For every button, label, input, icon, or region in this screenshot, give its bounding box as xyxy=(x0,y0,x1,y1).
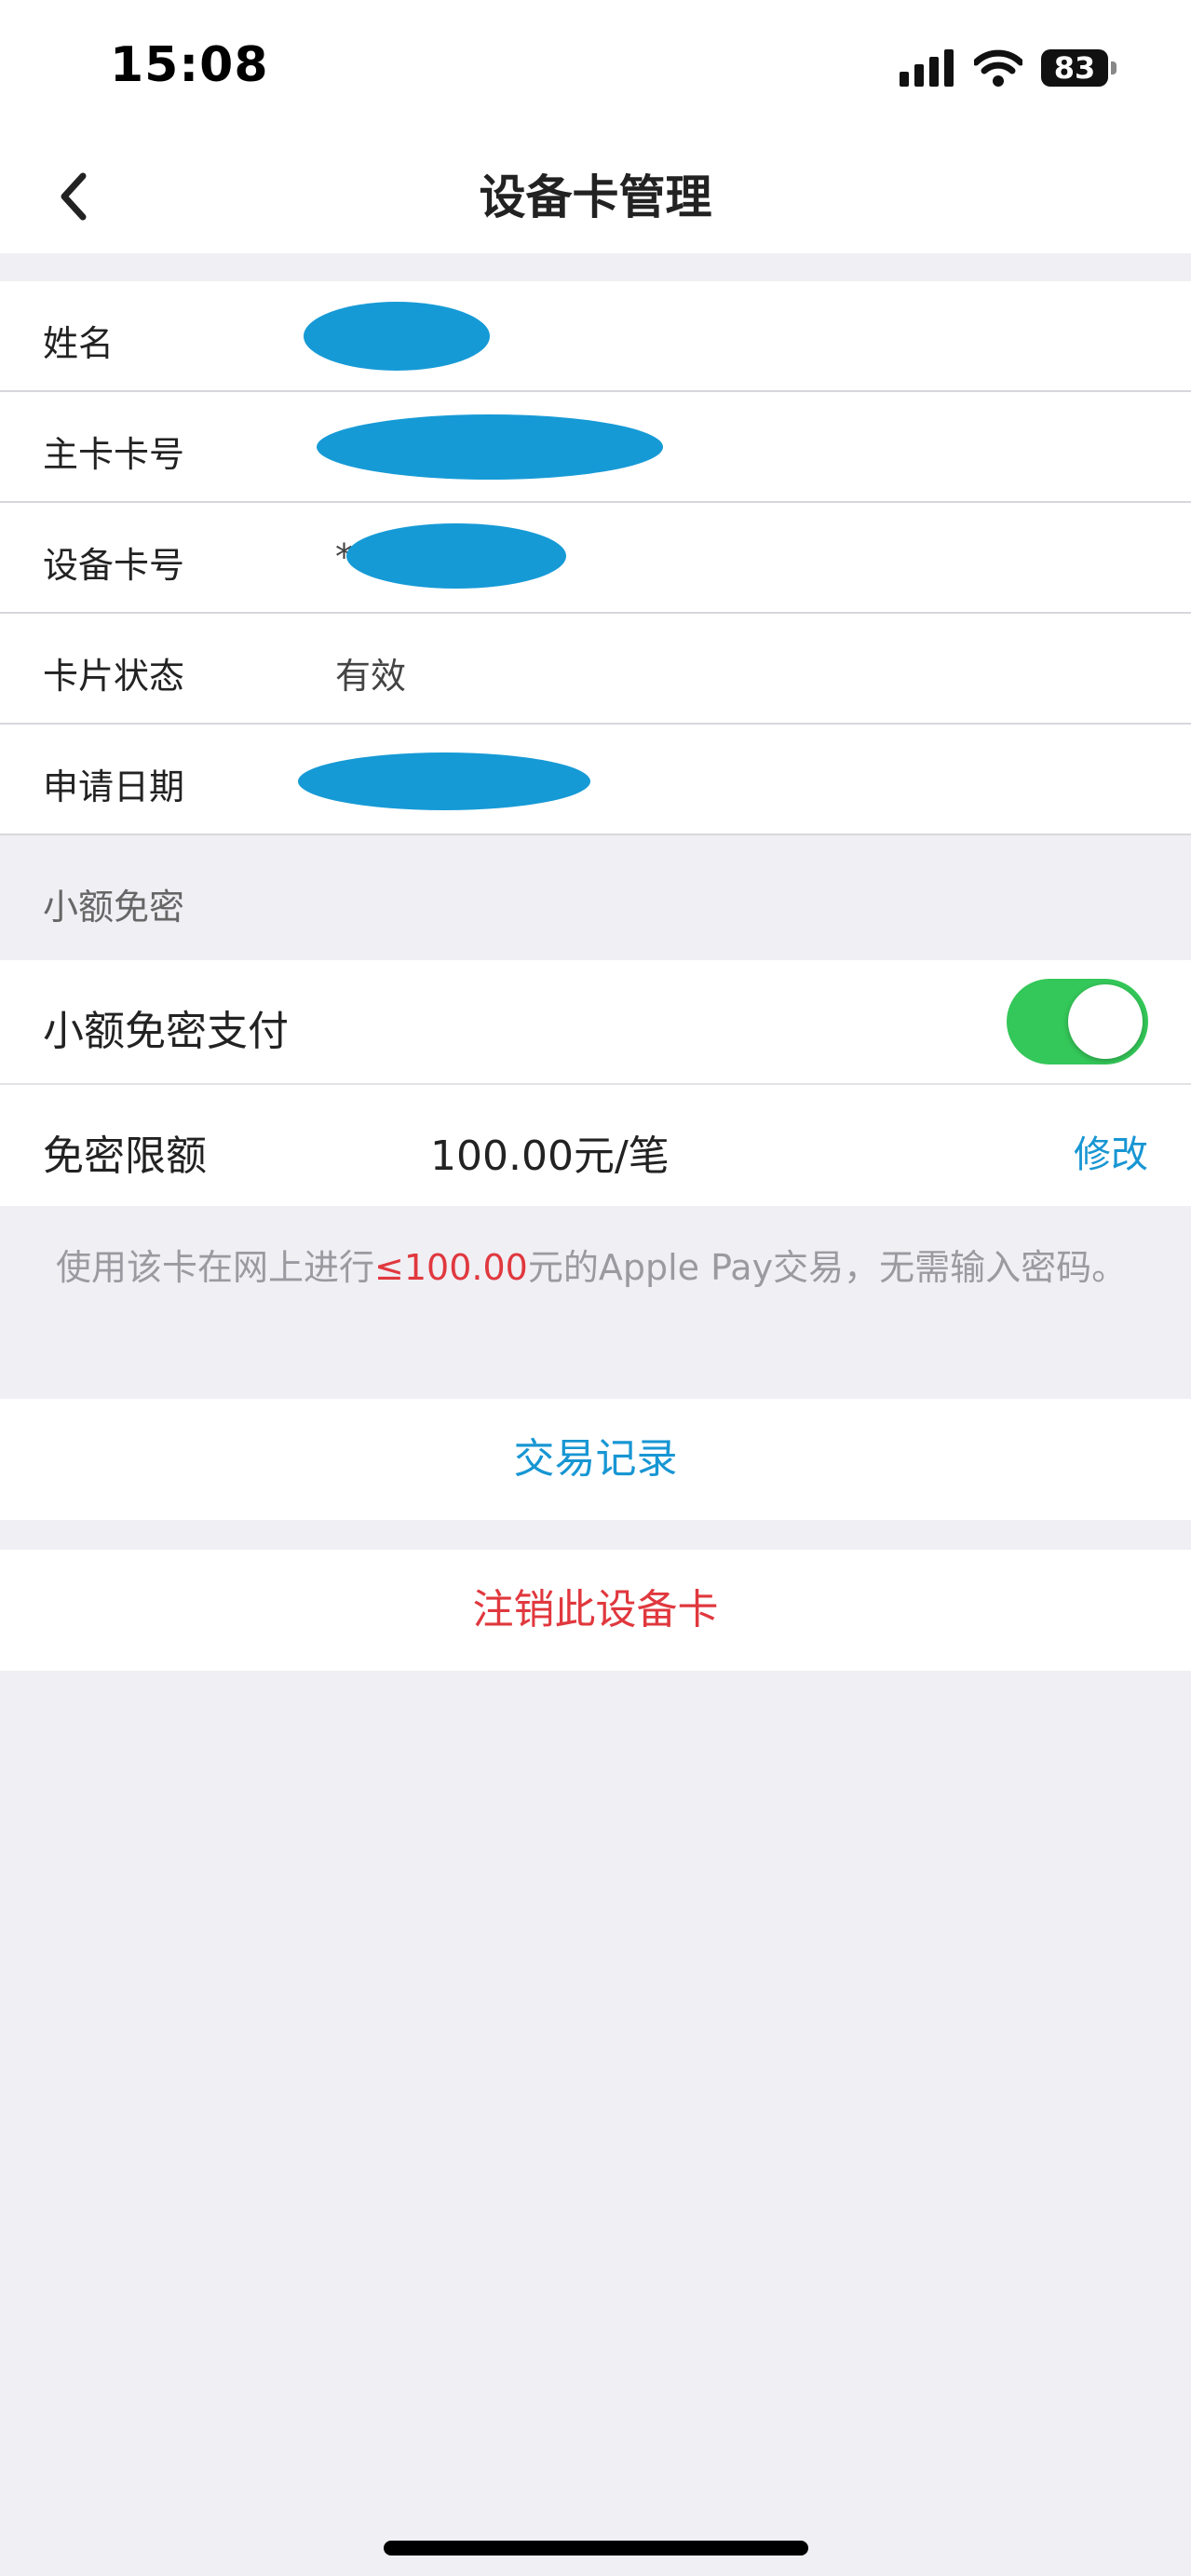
cancel-device-card-button[interactable]: 注销此设备卡 xyxy=(0,1550,1191,1671)
section-header-small-amount: 小额免密 xyxy=(43,887,185,928)
status-time: 15:08 xyxy=(110,37,269,93)
small-amount-toggle[interactable] xyxy=(1007,979,1148,1064)
toggle-label: 小额免密支付 xyxy=(43,1008,289,1055)
card-info-list: 姓名 主卡卡号 设备卡号 * 卡片状态 有效 申请日期 xyxy=(0,281,1191,835)
apply-date-label: 申请日期 xyxy=(43,766,185,807)
transaction-records-button[interactable]: 交易记录 xyxy=(0,1399,1191,1520)
device-card-redaction xyxy=(346,523,566,589)
limit-value: 100.00元/笔 xyxy=(430,1132,670,1180)
wifi-icon xyxy=(974,49,1022,87)
modify-limit-link[interactable]: 修改 xyxy=(1074,1124,1148,1178)
hint-prefix: 使用该卡在网上进行 xyxy=(56,1247,375,1288)
battery-icon: 83 xyxy=(1041,49,1108,87)
home-indicator xyxy=(384,2541,808,2556)
info-row-main-card: 主卡卡号 xyxy=(0,392,1191,503)
limit-row: 免密限额 100.00元/笔 修改 xyxy=(0,1083,1191,1206)
apply-date-redaction xyxy=(298,752,590,810)
nav-bar: 设备卡管理 xyxy=(0,140,1191,253)
limit-label: 免密限额 xyxy=(43,1132,207,1180)
main-card-redaction xyxy=(317,414,663,480)
page-title: 设备卡管理 xyxy=(479,170,712,224)
status-bar: 15:08 83 xyxy=(0,0,1191,140)
limit-hint: 使用该卡在网上进行≤100.00元的Apple Pay交易，无需输入密码。 xyxy=(56,1239,1127,1290)
small-amount-settings: 小额免密支付 免密限额 100.00元/笔 修改 xyxy=(0,960,1191,1206)
hint-amount: ≤100.00 xyxy=(374,1247,528,1288)
battery-level: 83 xyxy=(1053,50,1096,86)
info-row-device-card: 设备卡号 * xyxy=(0,503,1191,614)
device-card-label: 设备卡号 xyxy=(43,545,185,586)
cellular-signal-icon xyxy=(900,49,954,87)
main-card-label: 主卡卡号 xyxy=(43,434,185,475)
info-row-apply-date: 申请日期 xyxy=(0,725,1191,835)
toggle-knob xyxy=(1068,984,1143,1059)
toggle-row: 小额免密支付 xyxy=(0,960,1191,1083)
status-icons: 83 xyxy=(900,45,1117,91)
info-row-status: 卡片状态 有效 xyxy=(0,614,1191,725)
battery-cap xyxy=(1111,61,1117,75)
status-label: 卡片状态 xyxy=(43,656,185,697)
status-value: 有效 xyxy=(335,656,407,697)
info-row-name: 姓名 xyxy=(0,281,1191,392)
name-label: 姓名 xyxy=(43,323,115,364)
hint-suffix: 元的Apple Pay交易，无需输入密码。 xyxy=(527,1247,1128,1288)
name-redaction xyxy=(304,302,490,371)
